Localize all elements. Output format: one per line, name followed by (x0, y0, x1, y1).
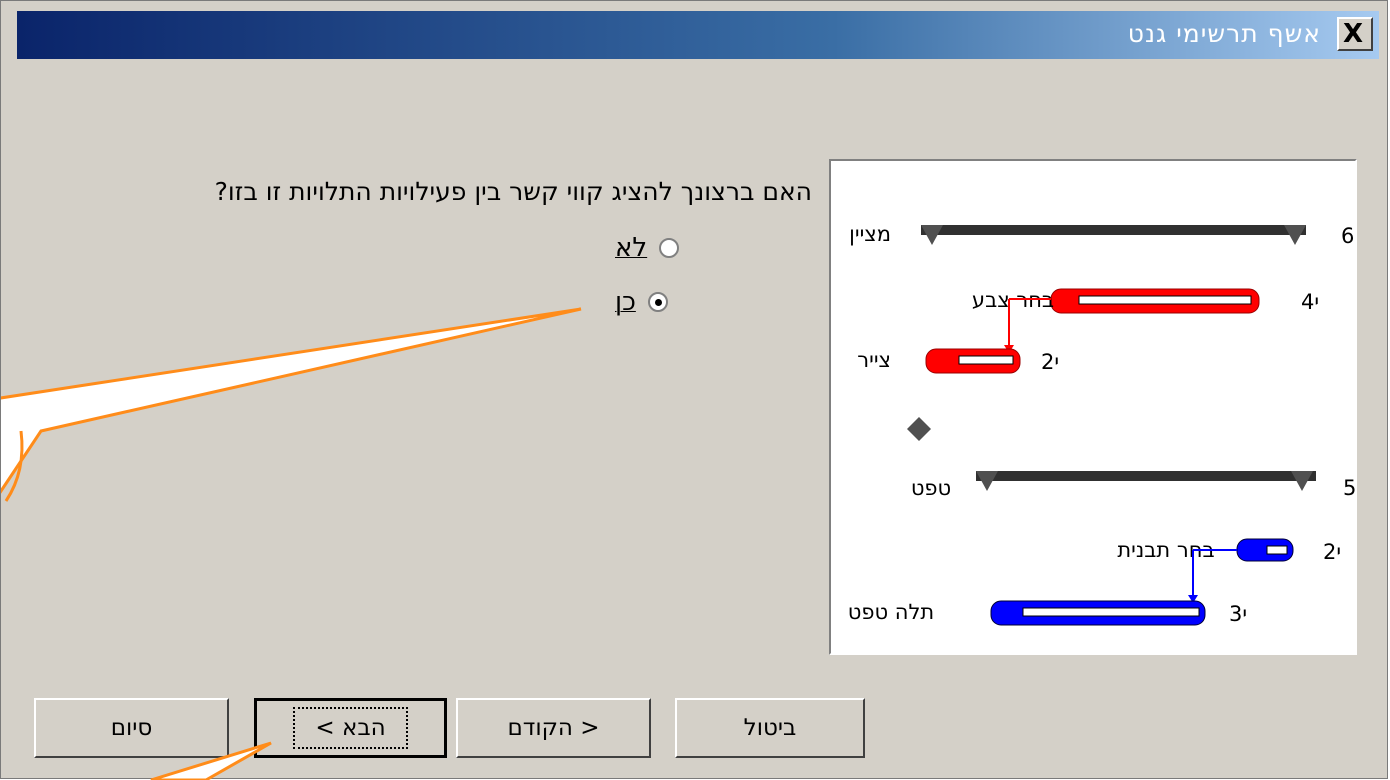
radio-selected-dot (654, 299, 662, 306)
milestone-diamond (907, 417, 931, 441)
task-bar-row-2 (925, 348, 1021, 374)
close-button[interactable]: X (1337, 17, 1373, 51)
next-button[interactable]: הבא > (254, 698, 447, 758)
task-bar-row-6 (990, 600, 1206, 626)
finish-button[interactable]: סיום (34, 698, 229, 758)
wizard-window: X אשף תרשימי גנט האם ברצונך להציג קווי ק… (0, 0, 1388, 780)
task-label-row-2: צייר (857, 348, 891, 372)
summary-bar-row-0 (921, 225, 1306, 245)
duration-row-1: 4י (1301, 290, 1319, 314)
duration-row-6: 3י (1229, 602, 1247, 626)
window-title: אשף תרשימי גנט (1127, 19, 1321, 48)
task-bar-row-5 (1236, 538, 1294, 562)
duration-row-2: 2י (1041, 350, 1059, 374)
next-button-label: הבא > (293, 707, 408, 749)
option-no-radio[interactable] (659, 238, 680, 258)
task-label-row-0: מציין (849, 222, 891, 246)
callout-pointer-top (1, 307, 582, 494)
callout-bubble-edge (4, 430, 24, 502)
duration-row-5: 2י (1323, 540, 1341, 564)
close-icon: X (1343, 19, 1364, 49)
cancel-button[interactable]: ביטול (675, 698, 865, 758)
back-button[interactable]: < הקודם (456, 698, 651, 758)
question-text: האם ברצונך להציג קווי קשר בין פעילויות ה… (214, 177, 812, 206)
duration-row-4: 5י (1343, 476, 1355, 500)
cancel-button-label: ביטול (743, 715, 797, 741)
option-yes[interactable]: כן (615, 287, 668, 317)
gantt-preview: מציין 6י בחר צבע 4י צייר 2י (829, 159, 1357, 655)
duration-row-0: 6י (1341, 224, 1355, 248)
option-no[interactable]: לא (615, 233, 680, 263)
gantt-preview-svg: מציין 6י בחר צבע 4י צייר 2י (848, 222, 1355, 626)
title-bar[interactable]: X אשף תרשימי גנט (17, 11, 1379, 59)
option-yes-radio[interactable] (647, 292, 668, 312)
option-no-label: לא (615, 233, 648, 263)
finish-button-label: סיום (110, 715, 153, 741)
option-yes-label: כן (615, 287, 636, 317)
back-button-label: < הקודם (507, 715, 600, 741)
task-label-row-6: תלה טפט (848, 600, 934, 624)
task-label-row-4: טפט (911, 476, 951, 500)
task-bar-row-1 (1050, 288, 1260, 314)
summary-bar-row-4 (976, 471, 1316, 491)
